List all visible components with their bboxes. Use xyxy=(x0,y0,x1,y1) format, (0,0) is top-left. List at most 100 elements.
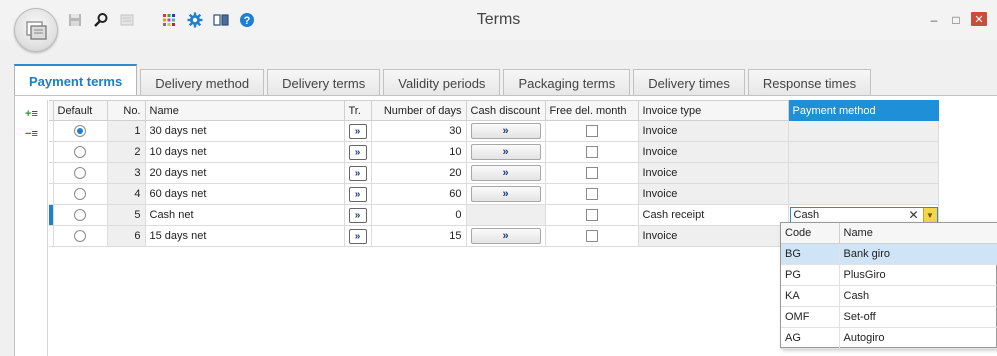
option-name[interactable]: Autogiro xyxy=(839,327,997,349)
row-name[interactable]: 30 days net xyxy=(144,120,345,142)
col-number-of-days[interactable]: Number of days xyxy=(370,100,467,121)
row-invoice-type[interactable]: Invoice xyxy=(637,162,789,184)
option-name[interactable]: Set-off xyxy=(839,306,997,328)
row-payment-method[interactable] xyxy=(787,183,939,205)
free-del-month-checkbox[interactable] xyxy=(585,209,598,222)
tab-delivery-times[interactable]: Delivery times xyxy=(633,69,745,96)
tab-validity-periods[interactable]: Validity periods xyxy=(383,69,501,96)
row-payment-method[interactable] xyxy=(787,162,939,184)
col-tr[interactable]: Tr. xyxy=(343,100,372,121)
tab-response-times[interactable]: Response times xyxy=(747,69,872,96)
default-radio[interactable] xyxy=(52,141,108,163)
translation-button[interactable]: » xyxy=(348,228,367,244)
title-bar: ? Terms – □ ✕ xyxy=(0,0,997,52)
dropdown-option[interactable]: KA Cash xyxy=(781,285,997,307)
cash-discount-button[interactable]: » xyxy=(470,186,541,202)
table-row[interactable]: 3 20 days net » 20 » Invoice xyxy=(49,162,939,184)
row-payment-method[interactable] xyxy=(787,120,939,142)
translation-button[interactable]: » xyxy=(348,123,367,139)
option-code[interactable]: OMF xyxy=(781,306,840,328)
dropdown-col-name[interactable]: Name xyxy=(839,223,997,244)
row-name[interactable]: 10 days net xyxy=(144,141,345,163)
default-radio[interactable] xyxy=(52,204,108,226)
default-radio[interactable] xyxy=(52,162,108,184)
default-radio[interactable] xyxy=(52,183,108,205)
row-payment-method[interactable] xyxy=(787,141,939,163)
option-code[interactable]: BG xyxy=(781,243,840,265)
option-name[interactable]: Cash xyxy=(839,285,997,307)
add-row-button[interactable]: +≡ xyxy=(25,108,43,122)
minimize-button[interactable]: – xyxy=(923,12,945,28)
option-name[interactable]: Bank giro xyxy=(839,243,997,265)
translation-button[interactable]: » xyxy=(348,186,367,202)
free-del-month-checkbox[interactable] xyxy=(585,188,598,201)
option-name[interactable]: PlusGiro xyxy=(839,264,997,286)
close-button[interactable]: ✕ xyxy=(971,12,987,26)
app-menu-button[interactable] xyxy=(14,8,58,52)
payment-method-value[interactable]: Cash xyxy=(794,209,820,221)
row-name[interactable]: 20 days net xyxy=(144,162,345,184)
free-del-month-checkbox[interactable] xyxy=(585,146,598,159)
row-days[interactable]: 30 xyxy=(370,120,467,142)
row-name[interactable]: 60 days net xyxy=(144,183,345,205)
option-code[interactable]: PG xyxy=(781,264,840,286)
default-radio[interactable] xyxy=(52,120,108,142)
row-invoice-type[interactable]: Invoice xyxy=(637,225,789,247)
col-cash-discount[interactable]: Cash discount xyxy=(465,100,546,121)
translation-button[interactable]: » xyxy=(348,207,367,223)
row-days[interactable]: 0 xyxy=(370,204,467,226)
dropdown-col-code[interactable]: Code xyxy=(781,223,840,244)
dropdown-option[interactable]: OMF Set-off xyxy=(781,306,997,328)
row-invoice-type[interactable]: Invoice xyxy=(637,141,789,163)
cash-discount-button[interactable]: » xyxy=(470,228,541,244)
cash-discount-cell: » xyxy=(465,120,546,142)
tab-payment-terms[interactable]: Payment terms xyxy=(14,64,138,96)
dropdown-option-selected[interactable]: BG Bank giro xyxy=(781,243,997,265)
col-free-del-month[interactable]: Free del. month xyxy=(544,100,639,121)
row-invoice-type[interactable]: Invoice xyxy=(637,120,789,142)
default-radio[interactable] xyxy=(52,225,108,247)
row-invoice-type[interactable]: Invoice xyxy=(637,183,789,205)
col-name[interactable]: Name xyxy=(144,100,345,121)
cash-discount-button[interactable]: » xyxy=(470,144,541,160)
col-payment-method[interactable]: Payment method xyxy=(787,100,939,121)
tab-delivery-terms[interactable]: Delivery terms xyxy=(267,69,381,96)
tr-cell: » xyxy=(343,162,372,184)
app-orb-icon xyxy=(26,21,47,40)
row-name[interactable]: 15 days net xyxy=(144,225,345,247)
cash-discount-button[interactable]: » xyxy=(470,123,541,139)
free-del-month-checkbox[interactable] xyxy=(585,167,598,180)
row-days[interactable]: 60 xyxy=(370,183,467,205)
table-row[interactable]: 2 10 days net » 10 » Invoice xyxy=(49,141,939,163)
tr-cell: » xyxy=(343,204,372,226)
translation-button[interactable]: » xyxy=(348,144,367,160)
row-name[interactable]: Cash net xyxy=(144,204,345,226)
row-number: 4 xyxy=(106,183,146,205)
table-row[interactable]: 1 30 days net » 30 » Invoice xyxy=(49,120,939,142)
free-del-month-cell xyxy=(544,120,639,142)
clear-icon[interactable]: ✕ xyxy=(908,208,918,222)
table-row[interactable]: 4 60 days net » 60 » Invoice xyxy=(49,183,939,205)
maximize-button[interactable]: □ xyxy=(945,12,967,28)
cash-discount-button[interactable]: » xyxy=(470,165,541,181)
row-days[interactable]: 15 xyxy=(370,225,467,247)
row-days[interactable]: 10 xyxy=(370,141,467,163)
row-days[interactable]: 20 xyxy=(370,162,467,184)
dropdown-option[interactable]: AG Autogiro xyxy=(781,327,997,349)
dropdown-option[interactable]: PG PlusGiro xyxy=(781,264,997,286)
col-default[interactable]: Default xyxy=(52,100,108,121)
option-code[interactable]: AG xyxy=(781,327,840,349)
col-no[interactable]: No. xyxy=(106,100,146,121)
window-controls: – □ ✕ xyxy=(923,12,987,28)
col-invoice-type[interactable]: Invoice type xyxy=(637,100,789,121)
tab-packaging-terms[interactable]: Packaging terms xyxy=(503,69,631,96)
translation-button[interactable]: » xyxy=(348,165,367,181)
chevron-down-icon[interactable]: ▼ xyxy=(922,207,937,223)
free-del-month-checkbox[interactable] xyxy=(585,125,598,138)
option-code[interactable]: KA xyxy=(781,285,840,307)
row-invoice-type[interactable]: Cash receipt xyxy=(637,204,789,226)
tab-delivery-method[interactable]: Delivery method xyxy=(140,69,265,96)
free-del-month-checkbox[interactable] xyxy=(585,230,598,243)
payment-method-combobox[interactable]: Cash ✕ ▼ xyxy=(789,206,937,224)
remove-row-button[interactable]: −≡ xyxy=(25,128,43,142)
